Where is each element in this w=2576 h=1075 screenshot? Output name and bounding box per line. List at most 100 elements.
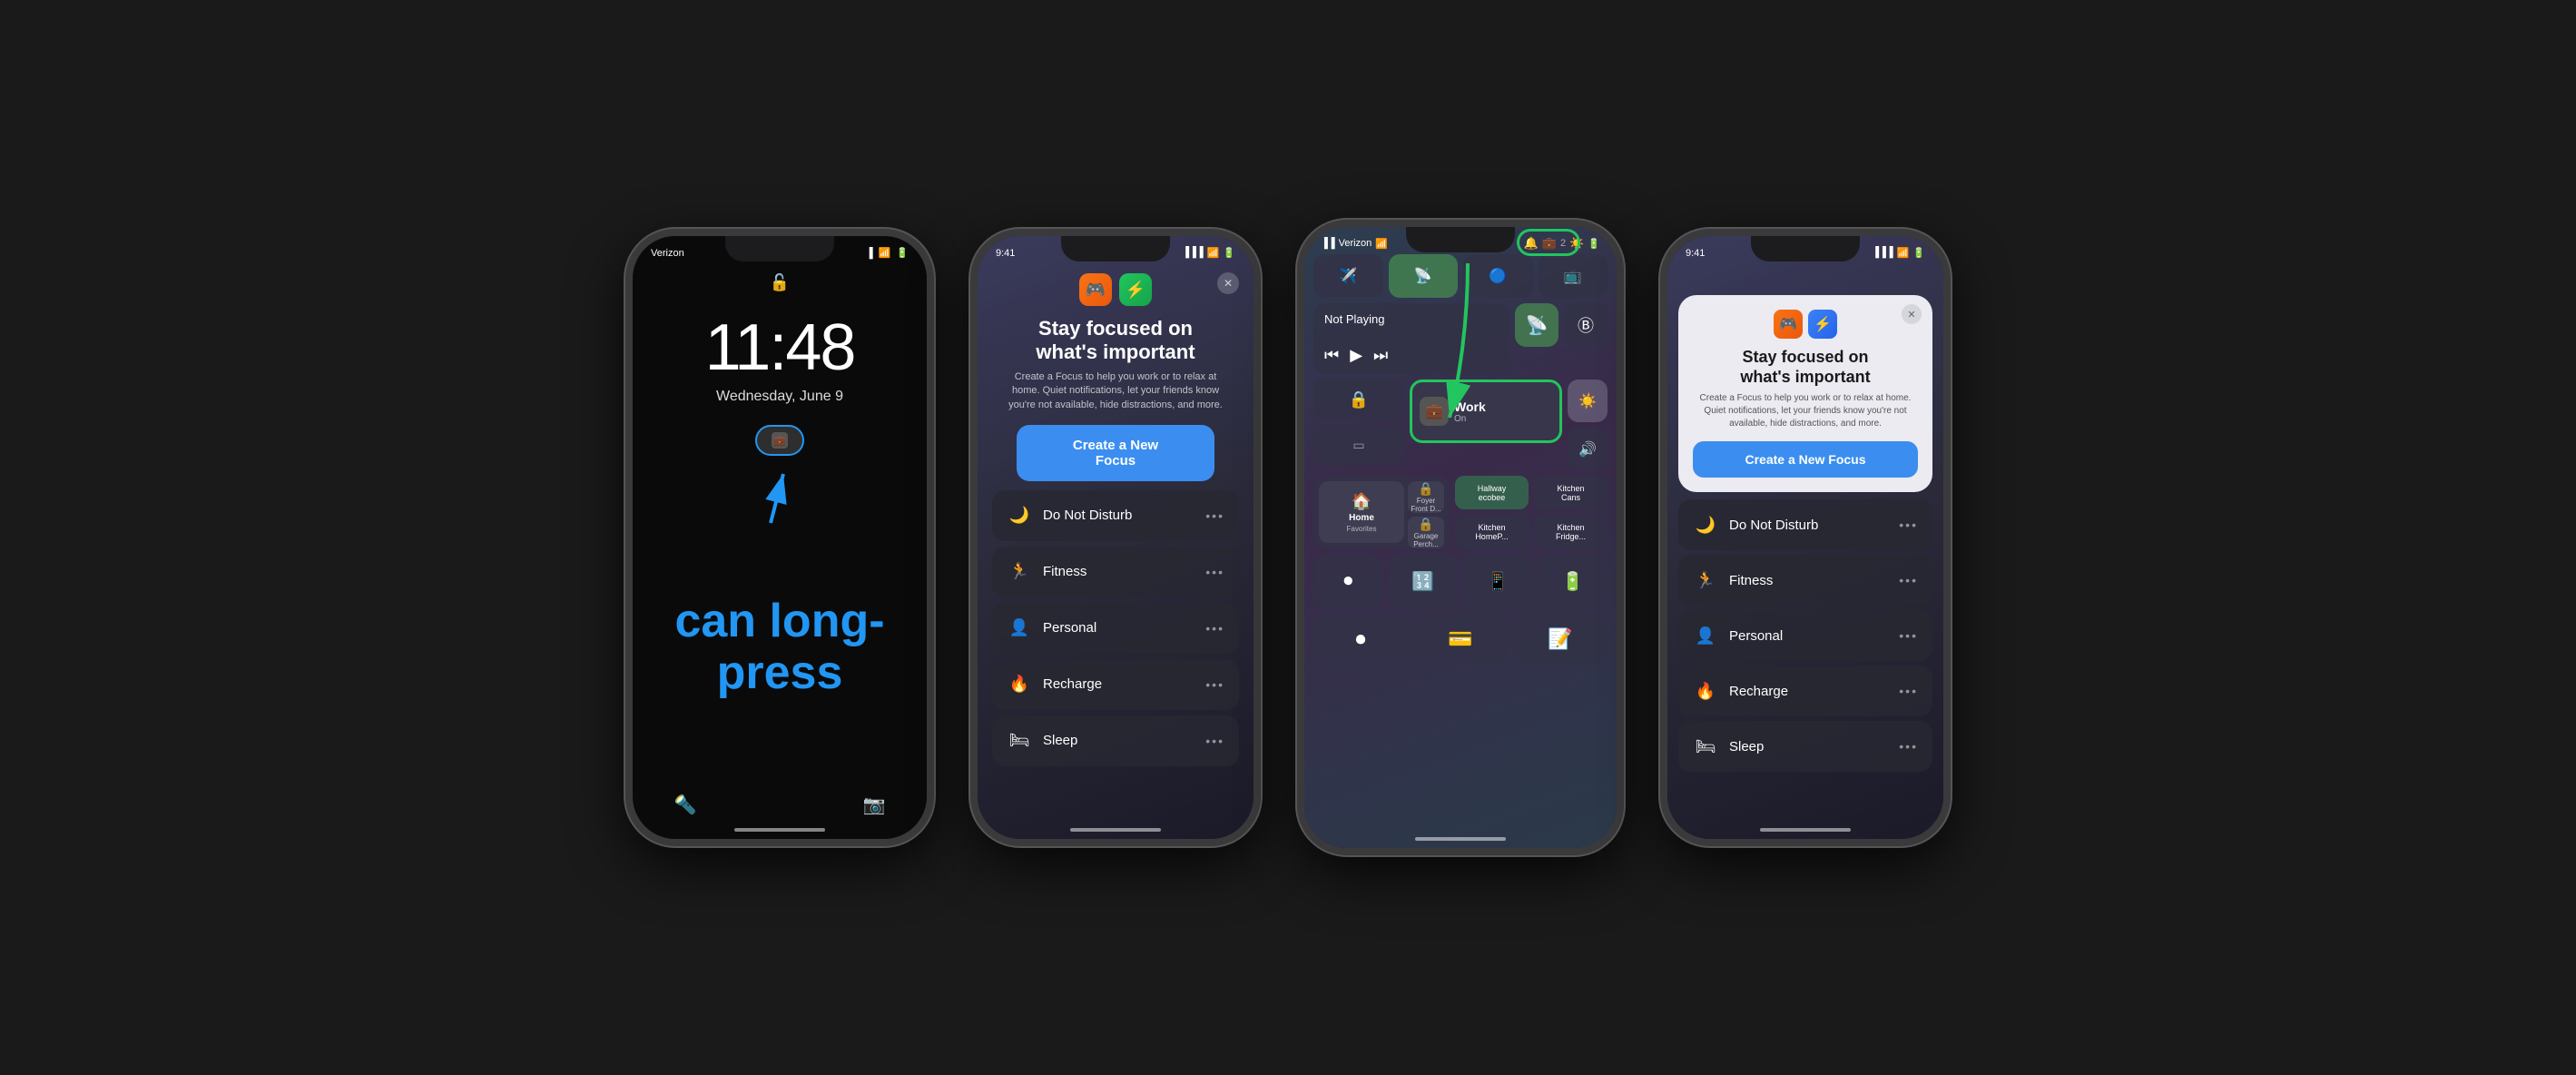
card-subtitle: Create a Focus to help you work or to re… xyxy=(1693,392,1918,430)
dnd4-menu[interactable]: ••• xyxy=(1899,518,1918,532)
kitchen-cans[interactable]: KitchenCans xyxy=(1534,476,1608,509)
close-button[interactable]: ✕ xyxy=(1217,272,1239,294)
focus-status-indicators: 🔔 💼 2 ☀️ xyxy=(1524,236,1585,251)
phone-3: ▐▐ Verizon 📶 🔔 💼 2 ☀️ 🔋 xyxy=(1297,220,1624,855)
record-btn[interactable]: ⏺ xyxy=(1313,554,1383,608)
rec4-menu[interactable]: ••• xyxy=(1899,684,1918,698)
sleep-menu[interactable]: ••• xyxy=(1205,734,1224,748)
prev-btn[interactable]: ⏮ xyxy=(1324,346,1339,365)
per4-menu[interactable]: ••• xyxy=(1899,628,1918,643)
shazam-btn[interactable]: ⏺ xyxy=(1313,614,1408,664)
flashlight-icon[interactable]: 🔦 xyxy=(669,788,702,821)
rec4-icon: 🔥 xyxy=(1693,678,1718,704)
dnd4-icon: 🌙 xyxy=(1693,512,1718,538)
focus-pill-icon: 💼 xyxy=(772,432,788,449)
slp4-menu[interactable]: ••• xyxy=(1899,739,1918,754)
home-indicator-3 xyxy=(1415,837,1506,841)
list-item-sleep[interactable]: 🛏 Sleep ••• xyxy=(992,715,1239,766)
home-icon: 🏠 xyxy=(1352,492,1372,511)
arrow-annotation xyxy=(743,459,816,532)
focus-icon-2: ⚡ xyxy=(1119,273,1152,306)
wifi-2: 📶 xyxy=(1207,247,1220,259)
hallway-ecobee[interactable]: Hallwayecobee xyxy=(1455,476,1529,509)
brightness-slider[interactable]: ☀️ xyxy=(1568,380,1608,422)
signal-3: ▐▐ xyxy=(1321,238,1335,249)
bluetooth-btn[interactable]: 🔵 xyxy=(1463,254,1533,298)
personal-menu[interactable]: ••• xyxy=(1205,621,1224,636)
cc-content: ✈️ 📡 🔵 📺 Not Playing ⏮ ▶ ⏭ 📡 Ⓑ xyxy=(1304,251,1617,667)
per4-label: Personal xyxy=(1729,628,1783,644)
personal-icon: 👤 xyxy=(1007,616,1032,641)
card-close-btn[interactable]: ✕ xyxy=(1902,304,1922,324)
recharge-icon: 🔥 xyxy=(1007,672,1032,697)
slp4-label: Sleep xyxy=(1729,739,1764,754)
home-favorites[interactable]: 🏠 Home Favorites xyxy=(1319,481,1404,543)
placeholder-btn[interactable]: ▭ xyxy=(1313,425,1404,465)
kitchen-fridge[interactable]: KitchenFridge... xyxy=(1534,515,1608,548)
volume-slider[interactable]: 🔊 xyxy=(1568,428,1608,470)
create-focus-button[interactable]: Create a New Focus xyxy=(1017,425,1214,481)
work-focus-btn[interactable]: 💼 Work On xyxy=(1410,380,1562,443)
media-controls: ⏮ ▶ ⏭ xyxy=(1324,346,1499,365)
card-create-btn[interactable]: Create a New Focus xyxy=(1693,441,1918,478)
home-label: Home xyxy=(1349,513,1374,523)
bluetooth-control-btn[interactable]: Ⓑ xyxy=(1564,303,1608,347)
foyer-scene[interactable]: 🔒 Foyer Front D... xyxy=(1408,481,1444,513)
sleep-label: Sleep xyxy=(1043,733,1077,748)
lock-bottom-bar: 🔦 📷 xyxy=(633,788,927,821)
list4-recharge[interactable]: 🔥 Recharge ••• xyxy=(1678,666,1932,716)
fit4-menu[interactable]: ••• xyxy=(1899,573,1918,587)
calculator-btn[interactable]: 🔢 xyxy=(1389,554,1459,608)
notes-btn[interactable]: 📝 xyxy=(1513,614,1608,664)
focus-card: ✕ 🎮 ⚡ Stay focused on what's important C… xyxy=(1678,295,1932,492)
remote-btn[interactable]: 📱 xyxy=(1463,554,1533,608)
screen-lock-btn[interactable]: 🔒 xyxy=(1313,380,1404,419)
focus-row: 🔒 ▭ 💼 Work On ☀️ 🔊 xyxy=(1313,380,1608,470)
kitchen-homep[interactable]: KitchenHomeP... xyxy=(1455,515,1529,548)
cellular-data-btn[interactable]: 📡 xyxy=(1389,254,1459,298)
ecobee-grid: Hallwayecobee KitchenCans KitchenHomeP..… xyxy=(1455,476,1608,548)
fitness-menu[interactable]: ••• xyxy=(1205,565,1224,579)
battery-status-btn[interactable]: 🔋 xyxy=(1539,554,1608,608)
focus-menu-title: Stay focused on what's important xyxy=(1036,317,1195,365)
garage-icon: 🔒 xyxy=(1418,517,1433,532)
next-btn[interactable]: ⏭ xyxy=(1373,346,1388,365)
cast-btn[interactable]: 📺 xyxy=(1539,254,1608,298)
list-item-fitness[interactable]: 🏃 Fitness ••• xyxy=(992,547,1239,597)
list4-fitness[interactable]: 🏃 Fitness ••• xyxy=(1678,555,1932,606)
do-not-disturb-menu[interactable]: ••• xyxy=(1205,508,1224,523)
phone-2: 9:41 ▐▐▐ 📶 🔋 ✕ 🎮 ⚡ Stay focused on what'… xyxy=(970,229,1261,846)
garage-scene[interactable]: 🔒 Garage Perch... xyxy=(1408,517,1444,548)
wifi-3: 📶 xyxy=(1375,238,1388,250)
focus-icon-1: 🎮 xyxy=(1079,273,1112,306)
wifi-control-btn[interactable]: 📡 xyxy=(1515,303,1558,347)
focus-pill[interactable]: 💼 xyxy=(755,425,804,456)
list4-do-not-disturb[interactable]: 🌙 Do Not Disturb ••• xyxy=(1678,499,1932,550)
home-scenes-inner: 🏠 Home Favorites 🔒 Foyer Front D... xyxy=(1319,481,1444,543)
lock-date: Wednesday, June 9 xyxy=(716,389,843,405)
dnd4-label: Do Not Disturb xyxy=(1729,518,1818,533)
lock-scene-icon: 🔒 xyxy=(1418,481,1433,497)
perch-label: Perch... xyxy=(1413,540,1439,548)
focus-list-4: 🌙 Do Not Disturb ••• 🏃 Fitness ••• 👤 Per… xyxy=(1667,499,1943,772)
list4-sleep[interactable]: 🛏 Sleep ••• xyxy=(1678,721,1932,772)
airplane-mode-btn[interactable]: ✈️ xyxy=(1313,254,1383,298)
list-item-do-not-disturb[interactable]: 🌙 Do Not Disturb ••• xyxy=(992,490,1239,541)
do-not-disturb-label: Do Not Disturb xyxy=(1043,508,1132,523)
carrier-wifi: ▐▐ Verizon 📶 xyxy=(1321,238,1388,250)
media-player[interactable]: Not Playing ⏮ ▶ ⏭ xyxy=(1313,303,1509,374)
focus-menu-screen: 9:41 ▐▐▐ 📶 🔋 ✕ 🎮 ⚡ Stay focused on what'… xyxy=(978,236,1254,839)
wallet-btn[interactable]: 💳 xyxy=(1413,614,1508,664)
home-indicator xyxy=(734,828,825,832)
recharge-menu[interactable]: ••• xyxy=(1205,677,1224,692)
list-item-personal[interactable]: 👤 Personal ••• xyxy=(992,603,1239,654)
list-item-recharge[interactable]: 🔥 Recharge ••• xyxy=(992,659,1239,710)
list4-personal[interactable]: 👤 Personal ••• xyxy=(1678,610,1932,661)
battery-2: 🔋 xyxy=(1223,247,1235,259)
work-sublabel: On xyxy=(1454,414,1486,424)
final-row: ⏺ 💳 📝 xyxy=(1313,614,1608,664)
focus-menu-header: 🎮 ⚡ Stay focused on what's important Cre… xyxy=(978,273,1254,481)
camera-icon[interactable]: 📷 xyxy=(858,788,890,821)
play-btn[interactable]: ▶ xyxy=(1350,346,1362,365)
top-controls-row: ✈️ 📡 🔵 📺 xyxy=(1313,254,1608,298)
